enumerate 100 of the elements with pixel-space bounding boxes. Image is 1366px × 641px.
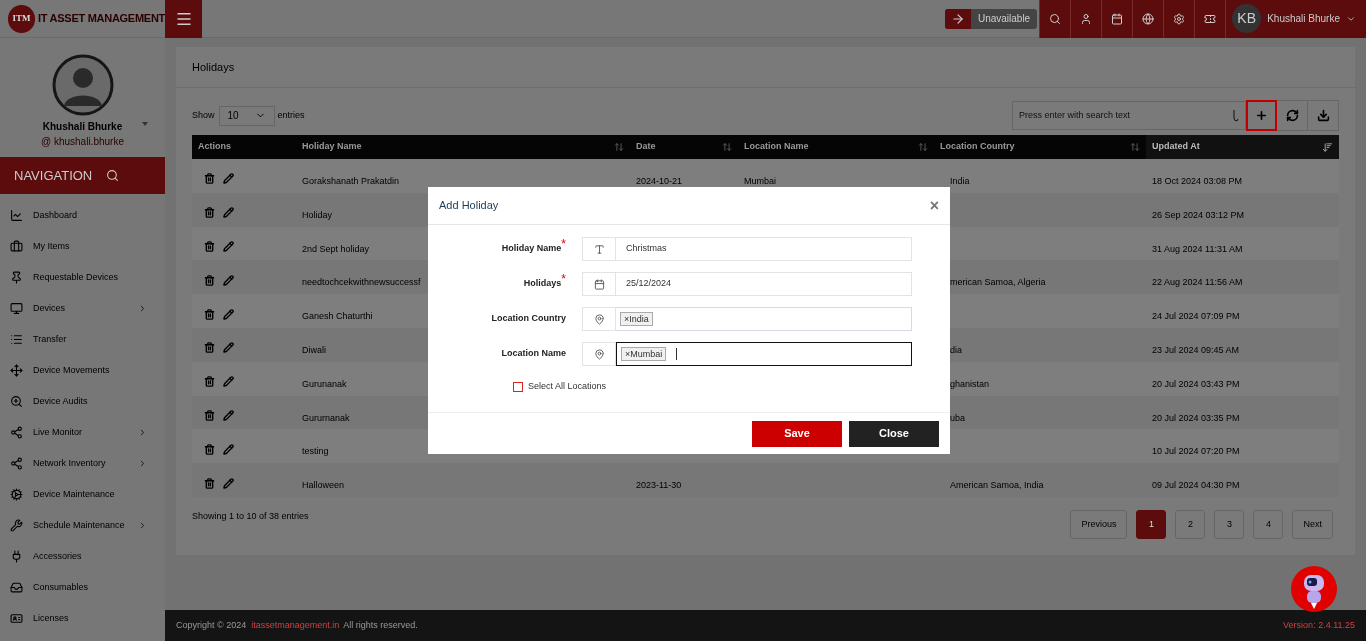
caret-icon[interactable] xyxy=(142,122,148,126)
page-button[interactable]: 4 xyxy=(1253,509,1284,539)
edit-icon[interactable] xyxy=(223,308,234,320)
nav-item[interactable]: Requestable Devices xyxy=(0,262,165,293)
table-cell: merican Samoa, Algeria xyxy=(950,277,1046,288)
list-icon xyxy=(10,333,23,346)
field-label: Holidays xyxy=(523,278,562,291)
nav-item[interactable]: Devices xyxy=(0,293,165,324)
dialog-title: Add Holiday xyxy=(439,198,499,214)
edit-icon[interactable] xyxy=(223,477,234,489)
input-field[interactable]: Christmas xyxy=(616,237,912,261)
robot-icon[interactable] xyxy=(1290,566,1338,612)
edit-icon[interactable] xyxy=(223,342,234,354)
delete-icon[interactable] xyxy=(204,207,215,219)
column-header[interactable]: Location Name xyxy=(738,135,934,159)
edit-icon[interactable] xyxy=(223,443,234,455)
page-button[interactable]: 3 xyxy=(1214,509,1245,539)
search-field[interactable]: Press enter with search text xyxy=(1012,101,1246,130)
tag-field[interactable]: ×India xyxy=(616,307,912,331)
checkbox[interactable] xyxy=(513,381,523,392)
close-button[interactable]: × xyxy=(929,197,939,214)
tag-chip[interactable]: ×Mumbai xyxy=(621,347,667,361)
page-button[interactable]: Next xyxy=(1292,509,1333,539)
map-pin-icon xyxy=(593,313,605,325)
footer-link[interactable]: itassetmanagement.in xyxy=(251,618,340,633)
delete-icon[interactable] xyxy=(204,376,215,388)
download-button[interactable] xyxy=(1308,100,1339,131)
nav-item[interactable]: Network Inventory xyxy=(0,448,165,479)
nav-item[interactable]: Consumables xyxy=(0,572,165,603)
column-header[interactable]: Updated At xyxy=(1146,135,1339,159)
required-mark: * xyxy=(561,239,566,250)
delete-icon[interactable] xyxy=(204,173,215,185)
chevron-icon xyxy=(138,521,147,530)
pin-icon xyxy=(10,271,23,284)
nav-item[interactable]: Accessories xyxy=(0,541,165,572)
edit-icon[interactable] xyxy=(223,207,234,219)
chevron-icon xyxy=(138,304,147,313)
column-header[interactable]: Location Country xyxy=(934,135,1146,159)
edit-icon[interactable] xyxy=(223,409,234,421)
nav-item[interactable]: Device Movements xyxy=(0,355,165,386)
delete-icon[interactable] xyxy=(204,274,215,286)
zoom-icon xyxy=(10,395,23,408)
column-header[interactable]: Holiday Name xyxy=(296,135,630,159)
tag-field[interactable]: ×Mumbai xyxy=(616,342,912,366)
page-title: Holidays xyxy=(192,59,235,75)
table-cell: 09 Jul 2024 04:30 PM xyxy=(1152,480,1240,491)
delete-icon[interactable] xyxy=(204,342,215,354)
table-cell: Gururnanak xyxy=(302,412,350,423)
tag-chip[interactable]: ×India xyxy=(620,312,653,326)
text-cursor xyxy=(676,348,678,360)
download-icon xyxy=(1316,109,1330,122)
save-button[interactable]: Save xyxy=(752,420,842,447)
page-button[interactable]: 2 xyxy=(1175,509,1206,539)
edit-icon[interactable] xyxy=(223,241,234,252)
table-cell: 18 Oct 2024 03:08 PM xyxy=(1152,176,1243,186)
page-size-select[interactable]: 10 xyxy=(218,105,275,126)
page-button[interactable]: Previous xyxy=(1070,509,1128,539)
input-field[interactable]: 25/12/2024 xyxy=(616,272,912,296)
edit-icon[interactable] xyxy=(223,376,234,388)
delete-icon[interactable] xyxy=(204,308,215,320)
table-cell: Diwali xyxy=(302,345,326,355)
nav-item[interactable]: Transfer xyxy=(0,324,165,355)
nav-item[interactable]: Device Maintenance xyxy=(0,479,165,510)
nav-item[interactable]: Licenses xyxy=(0,603,165,634)
delete-icon[interactable] xyxy=(204,409,215,421)
column-header[interactable]: Date xyxy=(630,135,738,159)
status-label: Unavailable xyxy=(976,12,1032,26)
nav-item[interactable]: Dashboard xyxy=(0,200,165,231)
nav-item[interactable]: My Items xyxy=(0,231,165,262)
nav-item[interactable]: Device Audits xyxy=(0,386,165,417)
table-cell: testing xyxy=(302,446,329,457)
status-toggle[interactable]: Unavailable xyxy=(944,8,1038,29)
refresh-button[interactable] xyxy=(1277,100,1308,131)
sort-desc-icon[interactable] xyxy=(1322,141,1333,153)
settings-icon xyxy=(1173,12,1186,25)
table-cell: dia xyxy=(950,345,962,355)
add-button[interactable] xyxy=(1246,100,1277,131)
menu-button[interactable] xyxy=(165,0,202,38)
nav-item[interactable]: Schedule Maintenance xyxy=(0,510,165,541)
column-header: Actions xyxy=(192,135,296,159)
profile-handle: @ khushali.bhurke xyxy=(41,135,124,149)
monitor-icon xyxy=(10,302,23,315)
user-icon xyxy=(1080,12,1093,25)
table-cell: 20 Jul 2024 03:43 PM xyxy=(1152,378,1240,389)
delete-icon[interactable] xyxy=(204,241,215,252)
edit-icon[interactable] xyxy=(223,173,234,185)
search-icon[interactable] xyxy=(106,169,120,182)
text-icon xyxy=(593,243,605,255)
edit-icon[interactable] xyxy=(223,274,234,286)
nav-item[interactable]: Live Monitor xyxy=(0,417,165,448)
page-button[interactable]: 1 xyxy=(1136,509,1167,539)
delete-icon[interactable] xyxy=(204,477,215,489)
field-label: Location Country xyxy=(491,312,566,326)
close-button[interactable]: Close xyxy=(849,420,939,447)
chevron-icon xyxy=(138,459,147,468)
table-cell: Holiday xyxy=(302,209,332,220)
arrow-icon xyxy=(950,11,965,26)
version-text: Version: 2.4.11.25 xyxy=(1283,618,1355,632)
copyright-text: Copyright © 2024 xyxy=(176,618,247,632)
delete-icon[interactable] xyxy=(204,443,215,455)
